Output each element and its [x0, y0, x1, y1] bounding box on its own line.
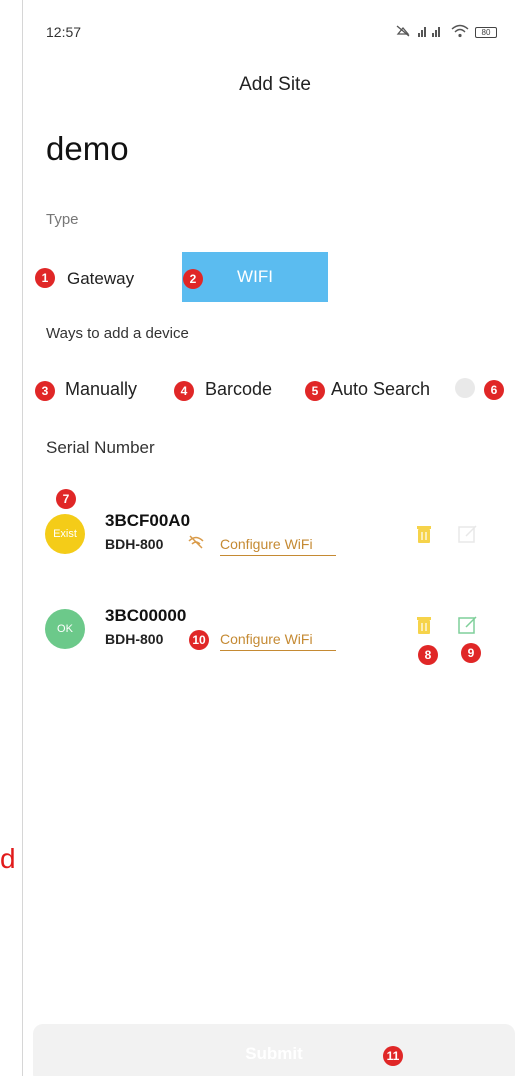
serial-number-label: Serial Number	[46, 438, 155, 457]
status-bar: 12:57 80	[46, 22, 497, 42]
ways-label: Ways to add a device	[46, 325, 189, 342]
device-status-avatar: Exist	[45, 514, 85, 554]
wifi-status-icon	[451, 24, 469, 41]
trash-icon[interactable]	[415, 524, 433, 544]
configure-wifi-link[interactable]: Configure WiFi	[220, 536, 336, 556]
way-option-barcode[interactable]: Barcode	[205, 379, 272, 400]
submit-button[interactable]: Submit	[33, 1024, 515, 1076]
type-label: Type	[46, 211, 79, 228]
submit-label: Submit	[245, 1044, 303, 1063]
way-option-auto-search[interactable]: Auto Search	[331, 379, 430, 400]
trash-icon[interactable]	[415, 615, 433, 635]
edit-icon[interactable]	[458, 615, 478, 635]
annotation-badge-5: 5	[305, 381, 325, 401]
edit-icon[interactable]	[458, 524, 478, 544]
mute-icon	[395, 24, 411, 41]
device-row[interactable]: Exist 3BCF00A0 BDH-800 Configure WiFi	[45, 506, 505, 566]
annotation-badge-8: 8	[418, 645, 438, 665]
status-icons: 80	[395, 24, 497, 41]
configure-wifi-link[interactable]: Configure WiFi	[220, 631, 336, 651]
annotation-badge-2: 2	[183, 269, 203, 289]
device-status-label: Exist	[53, 528, 77, 540]
annotation-badge-9: 9	[461, 643, 481, 663]
side-marker: d	[0, 843, 16, 874]
annotation-badge-11: 11	[383, 1046, 403, 1066]
wifi-off-icon	[188, 535, 204, 549]
page-edge-divider	[22, 0, 23, 1076]
type-option-wifi[interactable]: WIFI	[182, 252, 328, 302]
device-row[interactable]: OK 3BC00000 BDH-800 10 Configure WiFi 8 …	[45, 601, 505, 665]
annotation-badge-1: 1	[35, 268, 55, 288]
ways-selector: 3 Manually 4 Barcode 5 Auto Search 6	[35, 376, 505, 406]
annotation-badge-4: 4	[174, 381, 194, 401]
info-icon[interactable]	[455, 378, 475, 398]
page-title: Add Site	[239, 74, 311, 95]
battery-icon: 80	[475, 26, 497, 38]
status-time: 12:57	[46, 24, 82, 40]
type-option-wifi-label: WIFI	[237, 267, 273, 286]
device-model: BDH-800	[105, 631, 164, 647]
type-option-gateway[interactable]: Gateway	[67, 269, 134, 289]
device-serial: 3BCF00A0	[105, 511, 191, 530]
annotation-badge-6: 6	[484, 380, 504, 400]
device-status-label: OK	[57, 623, 73, 635]
annotation-badge-10: 10	[189, 630, 209, 650]
device-model: BDH-800	[105, 536, 164, 552]
device-serial: 3BC00000	[105, 606, 187, 625]
way-option-manually[interactable]: Manually	[65, 379, 137, 400]
signal-icon	[417, 24, 445, 41]
screen: d 12:57 80 Add Site demo Type 1 Gateway …	[0, 0, 527, 1076]
device-status-avatar: OK	[45, 609, 85, 649]
annotation-badge-3: 3	[35, 381, 55, 401]
site-name: demo	[46, 130, 129, 167]
type-selector: 1 Gateway WIFI 2	[35, 251, 335, 302]
